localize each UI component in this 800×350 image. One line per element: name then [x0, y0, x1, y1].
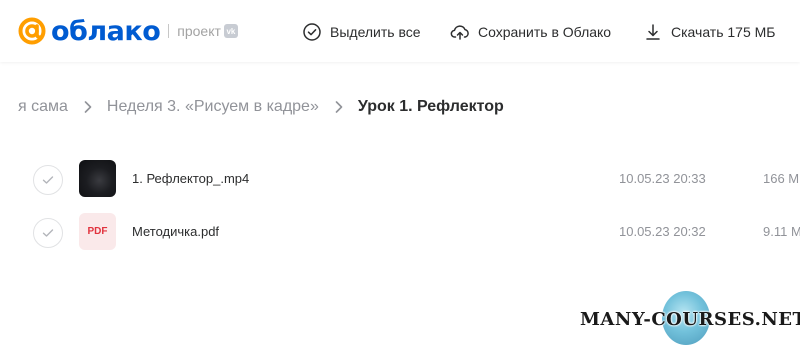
logo-text: облако — [51, 15, 161, 47]
download-button[interactable]: Скачать 175 МБ — [643, 20, 776, 44]
file-select-checkbox[interactable] — [33, 218, 63, 248]
select-all-label: Выделить все — [330, 24, 421, 40]
breadcrumb: я сама Неделя 3. «Рисуем в кадре» Урок 1… — [18, 96, 504, 118]
vk-badge-text: vk — [226, 26, 236, 36]
download-label: Скачать 175 МБ — [671, 24, 776, 40]
save-to-cloud-label: Сохранить в Облако — [478, 24, 612, 40]
checkmark-icon — [42, 176, 54, 184]
file-size: 166 М — [763, 171, 800, 186]
watermark: MANY-COURSES.NET — [580, 291, 800, 347]
watermark-text: MANY-COURSES.NET — [580, 309, 800, 330]
vk-icon: vk — [223, 24, 238, 38]
logo-divider — [168, 24, 170, 38]
file-name[interactable]: 1. Рефлектор_.mp4 — [132, 171, 249, 186]
download-icon — [646, 24, 660, 40]
project-label: проект — [177, 23, 221, 39]
at-sign-logo-icon — [18, 17, 46, 45]
breadcrumb-item-root[interactable]: я сама — [18, 98, 68, 116]
chevron-right-icon — [84, 101, 92, 113]
check-circle-icon — [303, 23, 321, 41]
logo[interactable]: облако проект vk — [17, 14, 238, 48]
breadcrumb-item-week[interactable]: Неделя 3. «Рисуем в кадре» — [107, 98, 319, 116]
file-name[interactable]: Методичка.pdf — [132, 224, 219, 239]
top-header: облако проект vk Выделить все Сохранить … — [0, 0, 800, 62]
breadcrumb-item-current: Урок 1. Рефлектор — [357, 98, 504, 115]
file-row[interactable]: 1. Рефлектор_.mp4 10.05.23 20:33 166 М — [0, 153, 800, 205]
chevron-right-icon — [335, 101, 343, 113]
save-to-cloud-button[interactable]: Сохранить в Облако — [450, 20, 611, 44]
file-select-checkbox[interactable] — [33, 165, 63, 195]
file-date: 10.05.23 20:32 — [619, 224, 706, 239]
pdf-badge: PDF — [87, 226, 108, 237]
file-size: 9.11 М — [763, 224, 800, 239]
checkmark-icon — [42, 229, 54, 237]
select-all-button[interactable]: Выделить все — [302, 20, 421, 44]
cloud-upload-icon — [450, 25, 469, 40]
file-date: 10.05.23 20:33 — [619, 171, 706, 186]
video-thumbnail[interactable] — [79, 160, 116, 197]
file-row[interactable]: PDF Методичка.pdf 10.05.23 20:32 9.11 М — [0, 206, 800, 258]
pdf-file-icon[interactable]: PDF — [79, 213, 116, 250]
